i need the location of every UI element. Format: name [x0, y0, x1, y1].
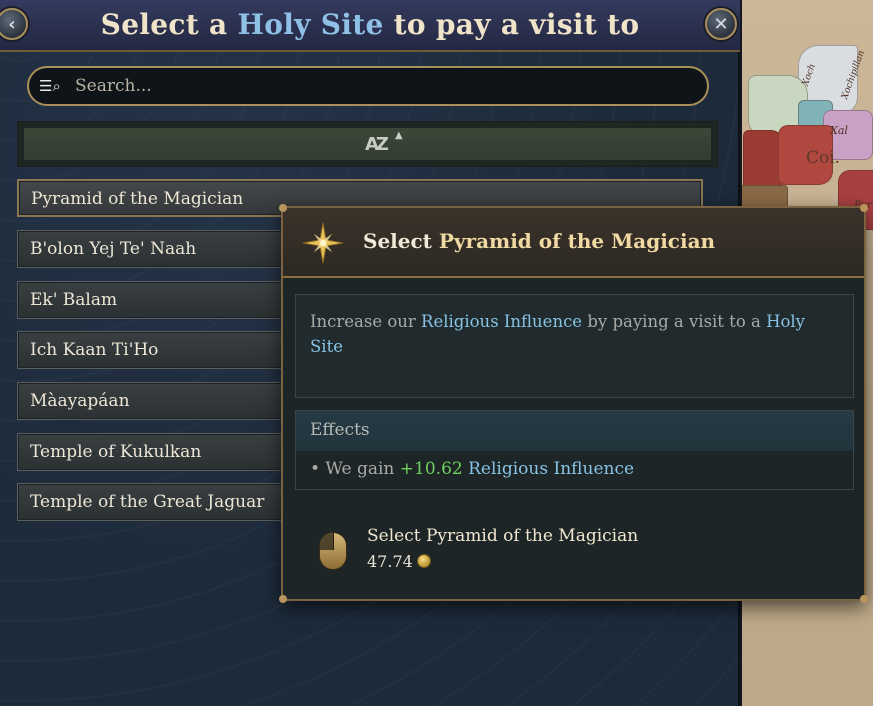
holy-site-label: Ich Kaan Ti'Ho	[30, 340, 159, 360]
action-cost-value: 47.74	[367, 552, 413, 571]
effect-value: +10.62	[399, 459, 463, 479]
corner-ornament	[279, 204, 287, 212]
holy-site-label: Temple of the Great Jaguar	[30, 492, 265, 512]
tooltip-description: Increase our Religious Influence by payi…	[295, 294, 854, 398]
effects-section: Effects • We gain +10.62 Religious Influ…	[295, 410, 854, 490]
tooltip-title: Select Pyramid of the Magician	[363, 229, 715, 253]
holy-site-label: Màayapáan	[30, 391, 130, 411]
sort-direction-icon[interactable]: ▲	[395, 130, 403, 141]
holy-site-tooltip: Select Pyramid of the Magician Increase …	[279, 204, 868, 603]
close-icon: ✕	[713, 13, 729, 35]
corner-ornament	[279, 595, 287, 603]
holy-site-label: Pyramid of the Magician	[31, 189, 244, 209]
mouse-left-click-icon	[319, 532, 347, 570]
holy-site-label: Temple of Kukulkan	[30, 442, 202, 462]
close-button[interactable]: ✕	[705, 8, 737, 40]
dialog-title: Select a Holy Site to pay a visit to	[0, 8, 740, 41]
tooltip-title-highlight: Pyramid of the Magician	[438, 229, 716, 253]
back-arrow-icon: ‹	[8, 13, 16, 35]
tooltip-title-prefix: Select	[363, 229, 439, 253]
sort-alpha-icon[interactable]: AZ	[365, 134, 389, 155]
corner-ornament	[860, 204, 868, 212]
action-cost: 47.74	[367, 552, 431, 571]
desc-text: Increase our	[310, 312, 422, 331]
gold-coin-icon	[416, 554, 431, 568]
holy-site-label: B'olon Yej Te' Naah	[30, 239, 197, 259]
search-icon[interactable]: ☰⌕	[39, 76, 65, 96]
compass-star-icon	[301, 221, 345, 265]
title-bar: Select a Holy Site to pay a visit to ‹ ✕	[0, 0, 740, 52]
effect-prefix: • We gain	[310, 459, 400, 479]
effect-line: • We gain +10.62 Religious Influence	[296, 451, 853, 487]
dialog-title-suffix: to pay a visit to	[383, 8, 640, 41]
action-label: Select Pyramid of the Magician	[367, 526, 639, 546]
desc-text: by paying a visit to a	[582, 312, 767, 331]
religious-influence-link[interactable]: Religious Influence	[463, 459, 634, 479]
game-screen: Coi. Xal Xoch Xochipillan Pur Select a H…	[0, 0, 873, 706]
dialog-title-highlight: Holy Site	[237, 8, 384, 41]
holy-site-label: Ek' Balam	[30, 290, 118, 310]
religious-influence-link[interactable]: Religious Influence	[421, 312, 582, 331]
effects-heading: Effects	[296, 411, 853, 451]
map-label: Coi.	[806, 148, 841, 168]
search-bar[interactable]: ☰⌕	[27, 66, 709, 106]
click-action-hint: Select Pyramid of the Magician 47.74	[313, 526, 843, 576]
search-input[interactable]	[75, 76, 675, 96]
sort-bar: AZ ▲	[17, 121, 718, 167]
dialog-title-prefix: Select a	[100, 8, 238, 41]
tooltip-header: Select Pyramid of the Magician	[283, 208, 864, 278]
corner-ornament	[860, 595, 868, 603]
map-label: Xal	[830, 124, 848, 137]
